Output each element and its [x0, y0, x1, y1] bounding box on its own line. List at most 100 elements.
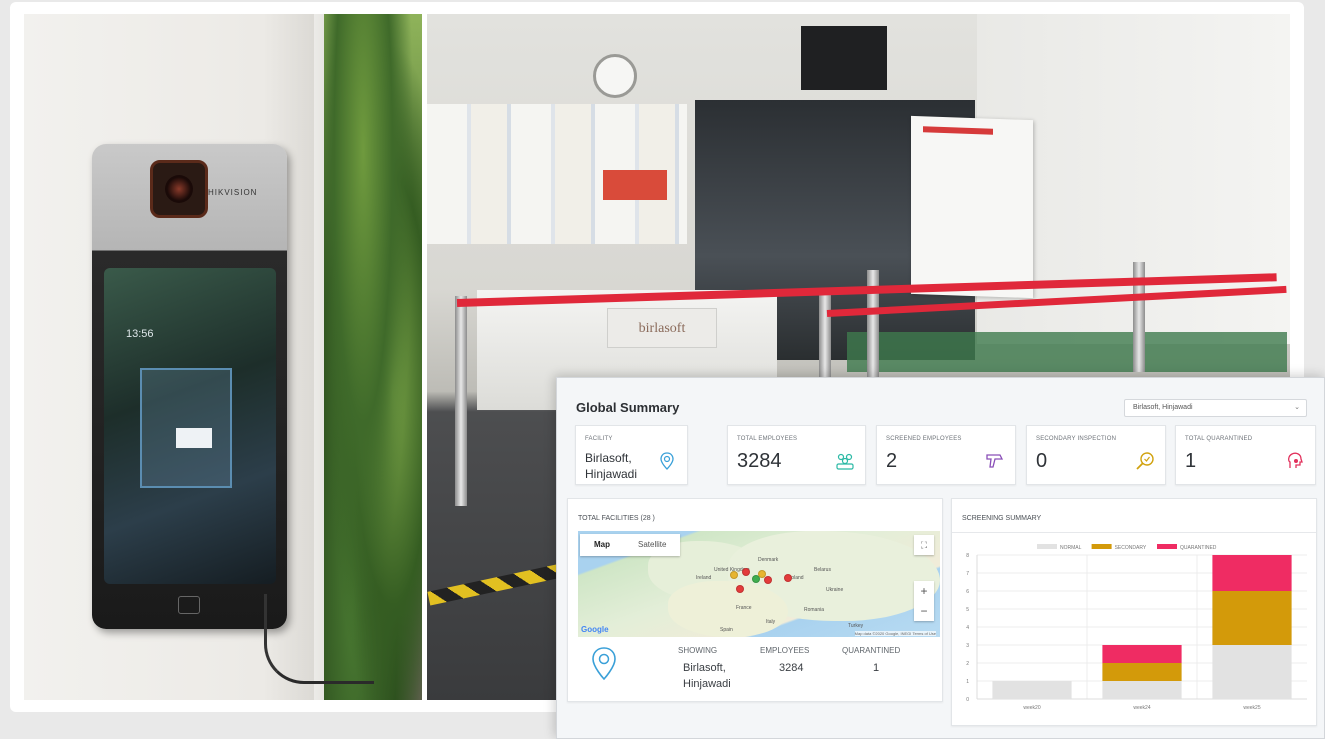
bar-segment: [1102, 645, 1182, 663]
bar-segment: [992, 681, 1072, 699]
notice-red-poster: [603, 170, 667, 200]
thermal-terminal: HIKVISION 13:56: [92, 144, 287, 629]
map-city-label: France: [736, 605, 752, 611]
legend-label: NORMAL: [1060, 545, 1082, 551]
zoom-out-button[interactable]: −: [914, 601, 934, 621]
map-marker[interactable]: [736, 585, 744, 593]
map-city-label: Ireland: [696, 575, 712, 581]
map-city-label: Denmark: [758, 557, 779, 563]
map-marker[interactable]: [784, 574, 792, 582]
legend-swatch: [1157, 544, 1177, 549]
y-tick-label: 0: [966, 697, 969, 703]
location-pin-icon: [660, 452, 674, 470]
y-tick-label: 8: [966, 553, 969, 559]
bar-segment: [1102, 663, 1182, 681]
magnifier-check-icon: [1136, 452, 1154, 470]
desk-sign: birlasoft: [607, 308, 717, 348]
screen-label: [176, 428, 212, 448]
facilities-map[interactable]: Denmark United Kingdom Ireland Belarus P…: [578, 531, 940, 637]
x-tick-label: week25: [1243, 705, 1260, 711]
legend-swatch: [1091, 544, 1112, 549]
y-tick-label: 5: [966, 607, 969, 613]
device-screen: 13:56: [104, 268, 276, 584]
tab-map[interactable]: Map: [580, 534, 624, 556]
y-tick-label: 3: [966, 643, 969, 649]
facility-select-value: Birlasoft, Hinjawadi: [1133, 404, 1193, 411]
whiteboard: [911, 115, 1033, 299]
map-city-label: Turkey: [848, 623, 864, 629]
x-tick-label: week20: [1023, 705, 1040, 711]
map-city-label: Belarus: [814, 567, 831, 573]
quarantined-value: 1: [873, 662, 880, 674]
map-marker[interactable]: [764, 576, 772, 584]
facility-line2: Hinjawadi: [585, 467, 638, 481]
x-tick-label: week24: [1133, 705, 1150, 711]
map-city-label: Italy: [766, 619, 776, 625]
kpi-value: 0: [1036, 450, 1048, 472]
kpi-label: TOTAL QUARANTINED: [1185, 436, 1253, 442]
whiteboard-header: [923, 126, 993, 135]
quarantined-label: QUARANTINED: [842, 646, 901, 655]
map-city-label: Romania: [804, 607, 825, 613]
kpi-label: SECONDARY INSPECTION: [1036, 436, 1117, 442]
zoom-in-button[interactable]: +: [914, 581, 934, 601]
kpi-label: TOTAL EMPLOYEES: [737, 436, 798, 442]
photo-face-terminal: HIKVISION 13:56: [24, 14, 422, 700]
kpi-value: 3284: [737, 450, 782, 472]
y-tick-label: 4: [966, 625, 969, 631]
showing-value: Birlasoft, Hinjawadi: [683, 660, 731, 692]
legend-label: QUARANTINED: [1180, 545, 1217, 551]
green-mat: [847, 332, 1287, 372]
kpi-value: Birlasoft, Hinjawadi: [585, 450, 637, 482]
bar-segment: [1212, 591, 1292, 645]
dashboard-title: Global Summary: [576, 400, 680, 415]
card-reader: [178, 596, 200, 614]
map-marker[interactable]: [742, 568, 750, 576]
group-icon: [836, 453, 854, 470]
screening-summary-chart: 0 1 2 3 4 5 6 7 8 week20 week24 week25 NORMAL SECONDA…: [966, 544, 1307, 711]
showing-line1: Birlasoft,: [683, 662, 726, 674]
map-attribution[interactable]: Map data ©2020 Google, INEGI Terms of Us…: [854, 631, 936, 636]
map-zoom-control: + −: [914, 581, 934, 621]
kpi-label: SCREENED EMPLOYEES: [886, 436, 962, 442]
map-city-label: Spain: [720, 627, 733, 633]
wall-clock: [593, 54, 637, 98]
employees-label: EMPLOYEES: [760, 646, 810, 655]
map-type-tabs: Map Satellite: [580, 534, 681, 556]
employees-value: 3284: [779, 662, 804, 674]
y-tick-label: 2: [966, 661, 969, 667]
facility-line1: Birlasoft,: [585, 451, 632, 465]
map-city-label: Ukraine: [826, 587, 844, 593]
kpi-facility: FACILITY Birlasoft, Hinjawadi: [575, 425, 688, 485]
y-tick-label: 6: [966, 589, 969, 595]
y-tick-label: 1: [966, 679, 969, 685]
location-pin-icon: [592, 647, 616, 681]
facility-select[interactable]: Birlasoft, Hinjawadi ⌄: [1124, 399, 1307, 417]
thermometer-gun-icon: [986, 454, 1004, 468]
device-time: 13:56: [126, 328, 154, 340]
legend-label: SECONDARY: [1115, 545, 1147, 551]
cable: [264, 594, 374, 684]
map-marker[interactable]: [730, 571, 738, 579]
bar-segment: [1212, 645, 1292, 699]
wall-tv: [801, 26, 887, 90]
kpi-total-quarantined: TOTAL QUARANTINED 1: [1175, 425, 1316, 485]
kpi-value: 1: [1185, 450, 1197, 472]
showing-line2: Hinjawadi: [683, 678, 731, 690]
dashboard-panel: Global Summary Birlasoft, Hinjawadi ⌄ FA…: [556, 377, 1325, 739]
tab-satellite[interactable]: Satellite: [624, 534, 680, 556]
chevron-down-icon: ⌄: [1294, 404, 1300, 411]
showing-label: SHOWING: [678, 646, 718, 655]
kpi-screened-employees: SCREENED EMPLOYEES 2: [876, 425, 1016, 485]
kpi-total-employees: TOTAL EMPLOYEES 3284: [727, 425, 866, 485]
fullscreen-icon[interactable]: ⛶: [914, 535, 934, 555]
kpi-secondary-inspection: SECONDARY INSPECTION 0: [1026, 425, 1166, 485]
legend-swatch: [1037, 544, 1057, 549]
bar-segment: [1212, 555, 1292, 591]
quarantine-head-icon: [1288, 452, 1303, 468]
y-tick-label: 7: [966, 571, 969, 577]
stanchion: [455, 296, 467, 506]
device-brand: HIKVISION: [208, 188, 258, 197]
kpi-value: 2: [886, 450, 898, 472]
screening-card-title: SCREENING SUMMARY: [962, 515, 1042, 522]
